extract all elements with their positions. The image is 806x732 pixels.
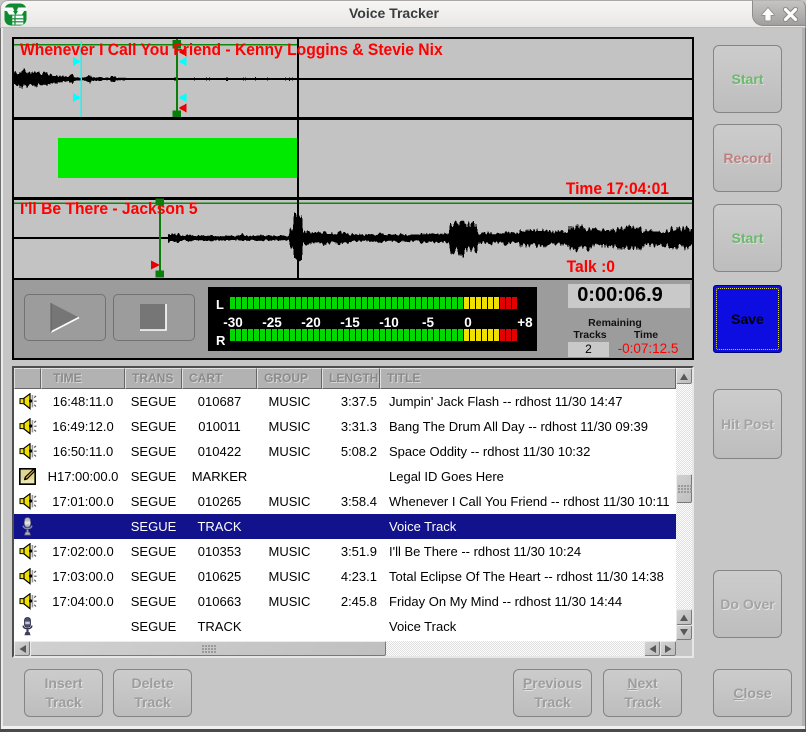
svg-text:-30: -30 [223, 315, 243, 330]
svg-text:-15: -15 [340, 315, 360, 330]
svg-text:-25: -25 [262, 315, 282, 330]
svg-text:-5: -5 [422, 315, 434, 330]
svg-text:0: 0 [464, 315, 472, 330]
svg-text:L: L [216, 297, 224, 312]
svg-text:R: R [216, 333, 226, 348]
svg-text:-10: -10 [379, 315, 399, 330]
svg-text:+8: +8 [517, 315, 533, 330]
svg-text:-20: -20 [301, 315, 321, 330]
